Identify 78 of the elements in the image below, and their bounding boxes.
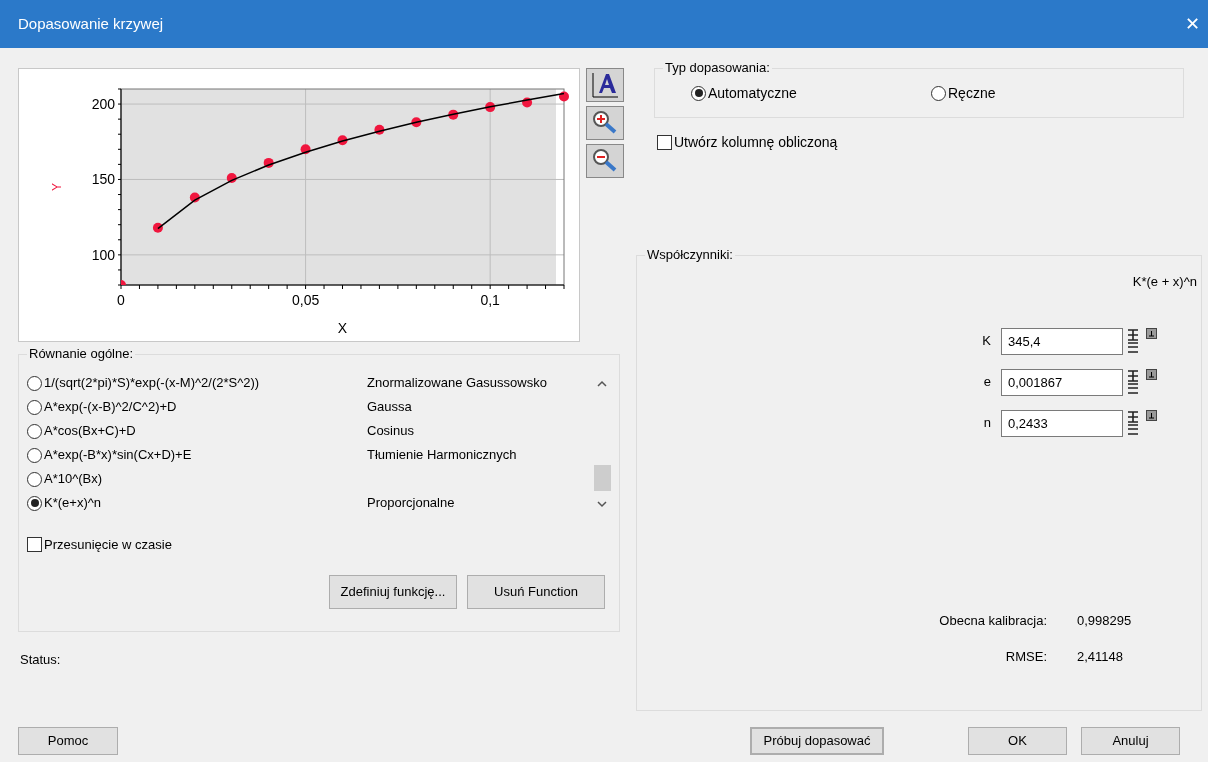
equation-name: Gaussa: [367, 398, 412, 417]
stat-value: 2,41148: [1077, 647, 1124, 666]
coefficient-label: K: [981, 332, 991, 351]
data-point: [226, 172, 237, 183]
checkbox[interactable]: [27, 537, 42, 553]
radio-button[interactable]: [27, 399, 42, 415]
axis-label: Y: [50, 183, 64, 191]
tick-label: 100: [91, 246, 115, 263]
window-title: Dopasowanie krzywej: [18, 13, 164, 34]
checkbox-label[interactable]: Przesunięcie w czasie: [44, 535, 172, 555]
equation-name: Znormalizowane Gasussowsko: [367, 374, 547, 393]
radio-button[interactable]: [27, 495, 42, 511]
radio-button[interactable]: [27, 447, 42, 463]
tick-label: 0,1: [480, 292, 500, 308]
remove-function-button[interactable]: Usuń Function: [467, 574, 605, 609]
scroll-down-icon[interactable]: [596, 499, 608, 509]
scroll-up-icon[interactable]: [596, 379, 608, 389]
scroll-thumb[interactable]: [593, 465, 611, 491]
try-fit-button[interactable]: Próbuj dopasować: [750, 727, 884, 755]
equation-name: Proporcjonalne: [367, 494, 455, 513]
define-function-button[interactable]: Zdefiniuj funkcję...: [329, 574, 457, 609]
status-label: Status:: [20, 651, 62, 669]
close-button[interactable]: ✕: [1185, 10, 1200, 38]
data-point: [337, 135, 348, 146]
coefficient-label: e: [982, 373, 991, 392]
data-point: [300, 144, 311, 155]
radio-label[interactable]: Ręczne: [948, 82, 996, 104]
stat-label: RMSE:: [1004, 647, 1047, 666]
help-button[interactable]: Pomoc: [18, 727, 118, 755]
equation-name: Cosinus: [367, 422, 414, 441]
equation-formula[interactable]: A*cos(Bx+C)+D: [44, 421, 136, 441]
data-point: [485, 102, 496, 113]
data-point: [121, 280, 126, 285]
data-point: [559, 91, 569, 102]
equation-formula[interactable]: 1/(sqrt(2*pi)*S)*exp(-(x-M)^2/(2*S^2)): [44, 373, 260, 393]
group-title: Typ dopasowania:: [663, 60, 772, 76]
ok-button[interactable]: OK: [968, 727, 1067, 755]
radio-button[interactable]: [27, 471, 42, 487]
tick-label: 0: [117, 292, 125, 308]
coefficient-label: n: [982, 414, 991, 433]
data-point: [448, 109, 459, 120]
zoom-out-button[interactable]: [586, 144, 624, 178]
data-point: [189, 192, 200, 203]
radio-button[interactable]: [27, 375, 42, 391]
formula-text: K*(e + x)^n: [1132, 273, 1197, 291]
data-point: [263, 157, 274, 168]
zoom-in-button[interactable]: [586, 106, 624, 140]
radio-label[interactable]: Automatyczne: [708, 82, 797, 104]
spin-control[interactable]: [1128, 370, 1138, 394]
spin-control[interactable]: [1128, 411, 1138, 435]
data-point: [522, 97, 533, 108]
radio-button[interactable]: [691, 85, 706, 101]
stat-label: Obecna kalibracja:: [938, 612, 1047, 630]
tick-label: 200: [91, 96, 115, 113]
equation-name: Tłumienie Harmonicznych: [367, 446, 517, 465]
coefficient-field[interactable]: 0,2433: [1001, 409, 1123, 437]
group-title: Współczynniki:: [645, 247, 735, 263]
tick-label: 150: [91, 171, 115, 188]
spin-control[interactable]: [1128, 329, 1138, 353]
equation-formula[interactable]: A*10^(Bx): [44, 469, 103, 489]
data-point: [411, 117, 422, 128]
radio-button[interactable]: [27, 423, 42, 439]
data-point: [152, 222, 163, 233]
checkbox[interactable]: [657, 135, 672, 150]
equation-formula[interactable]: A*exp(-B*x)*sin(Cx+D)+E: [44, 445, 192, 465]
equation-formula[interactable]: A*exp(-(x-B)^2/C^2)+D: [44, 397, 177, 417]
cancel-button[interactable]: Anuluj: [1081, 727, 1180, 755]
axis-label: X: [337, 320, 348, 336]
equation-formula[interactable]: K*(e+x)^n: [44, 493, 102, 513]
coefficient-field[interactable]: 345,4: [1001, 327, 1123, 355]
stat-value: 0,998295: [1077, 612, 1132, 630]
coefficient-field[interactable]: 0,001867: [1001, 368, 1123, 396]
group-title: Równanie ogólne:: [27, 346, 136, 362]
data-point: [374, 124, 385, 135]
radio-button[interactable]: [931, 85, 946, 101]
tick-label: 0,05: [291, 292, 320, 308]
axis-font-button[interactable]: [586, 68, 624, 102]
checkbox-label[interactable]: Utwórz kolumnę obliczoną: [674, 132, 838, 153]
